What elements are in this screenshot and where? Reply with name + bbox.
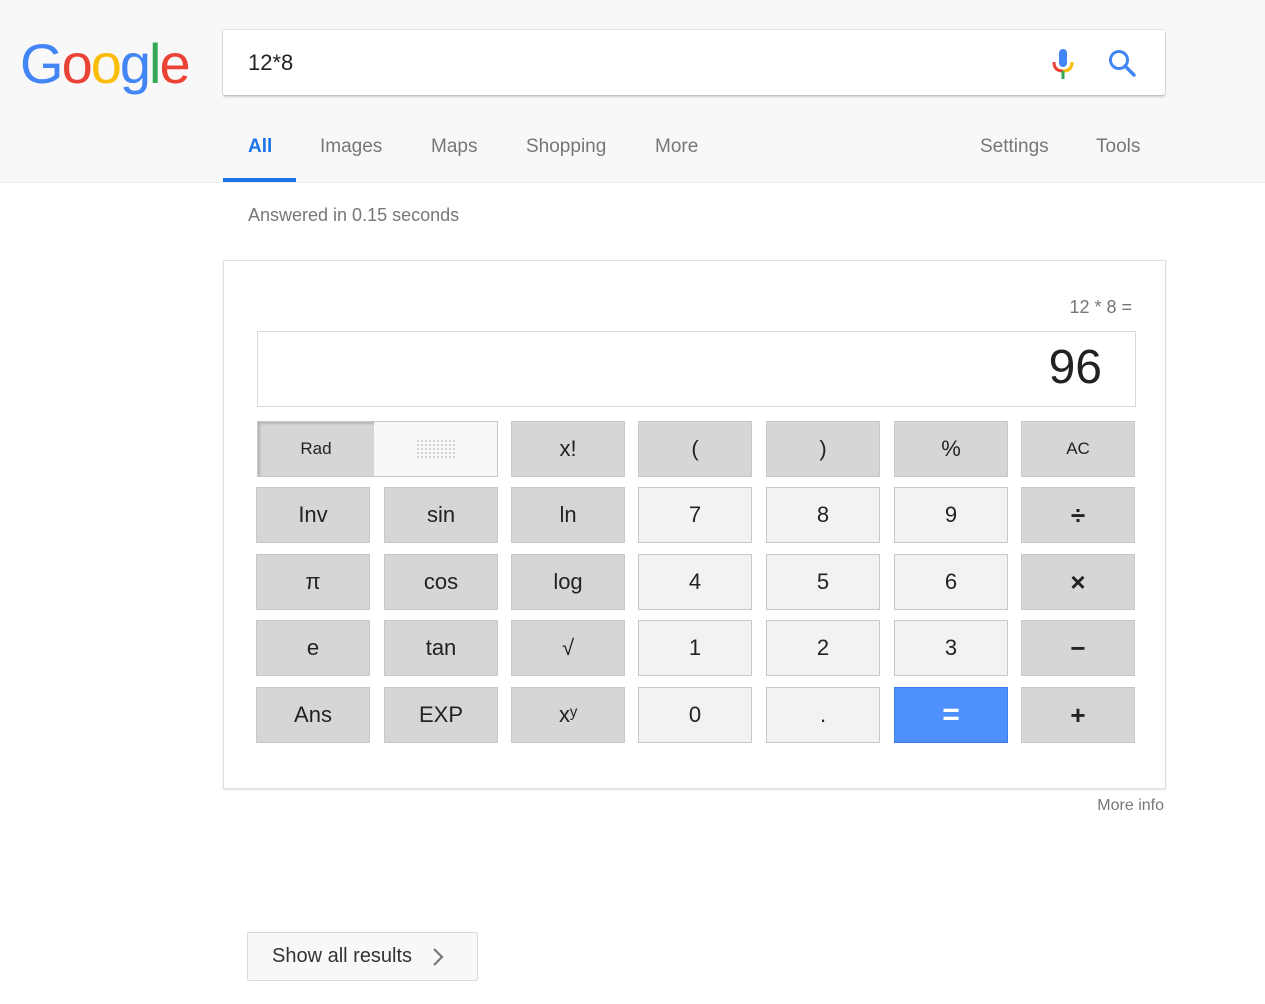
key-power[interactable]: xʸ [511,687,625,743]
key-ln[interactable]: ln [511,487,625,543]
key-exp[interactable]: EXP [384,687,498,743]
rad-button[interactable]: Rad [258,422,374,476]
key-6[interactable]: 6 [894,554,1008,610]
key-inv[interactable]: Inv [256,487,370,543]
key-percent[interactable]: % [894,421,1008,477]
logo-letter: l [149,32,162,95]
key-sin[interactable]: sin [384,487,498,543]
header: Google All Images Maps Shopping More Set… [0,0,1265,183]
deg-button[interactable] [374,422,497,476]
show-all-results-button[interactable]: Show all results [247,932,478,981]
key-subtract[interactable]: − [1021,620,1135,676]
tab-shopping[interactable]: Shopping [526,136,606,158]
key-decimal[interactable]: . [766,687,880,743]
result-stats: Answered in 0.15 seconds [248,205,460,225]
logo-letter: e [159,32,190,95]
key-0[interactable]: 0 [638,687,752,743]
key-pi[interactable]: π [256,554,370,610]
logo-letter: G [20,32,64,95]
tab-images[interactable]: Images [320,136,382,158]
calculator-card: 12 * 8 = 96 Rad x! ( ) % AC Inv sin ln 7… [223,260,1166,789]
key-open-paren[interactable]: ( [638,421,752,477]
key-e[interactable]: e [256,620,370,676]
key-cos[interactable]: cos [384,554,498,610]
logo-letter: g [119,32,151,95]
key-multiply[interactable]: × [1021,554,1135,610]
angle-mode-toggle: Rad [257,421,498,477]
deg-placeholder-pattern [415,439,456,459]
key-equals[interactable]: = [894,687,1008,743]
search-tabs: All Images Maps Shopping More Settings T… [223,116,1165,183]
key-close-paren[interactable]: ) [766,421,880,477]
key-all-clear[interactable]: AC [1021,421,1135,477]
logo-letter: o [90,32,122,95]
key-3[interactable]: 3 [894,620,1008,676]
chevron-right-icon [433,948,444,966]
key-2[interactable]: 2 [766,620,880,676]
logo-letter: o [61,32,93,95]
calculator-display: 96 [257,331,1136,407]
tab-tools[interactable]: Tools [1096,136,1140,158]
mic-icon[interactable] [1049,47,1077,81]
active-tab-indicator [223,178,296,182]
google-logo[interactable]: Google [20,32,191,96]
key-tan[interactable]: tan [384,620,498,676]
tab-all[interactable]: All [248,136,272,158]
key-sqrt[interactable]: √ [511,620,625,676]
key-5[interactable]: 5 [766,554,880,610]
key-divide[interactable]: ÷ [1021,487,1135,543]
tab-settings[interactable]: Settings [980,136,1049,158]
calculator-expression: 12 * 8 = [1069,297,1132,317]
key-4[interactable]: 4 [638,554,752,610]
key-ans[interactable]: Ans [256,687,370,743]
key-9[interactable]: 9 [894,487,1008,543]
key-factorial[interactable]: x! [511,421,625,477]
show-all-label: Show all results [272,945,413,967]
search-box [223,30,1165,95]
tab-maps[interactable]: Maps [431,136,477,158]
key-log[interactable]: log [511,554,625,610]
search-input[interactable] [248,47,1008,79]
search-icon[interactable] [1107,48,1137,78]
tab-more[interactable]: More [655,136,698,158]
key-add[interactable]: + [1021,687,1135,743]
key-1[interactable]: 1 [638,620,752,676]
more-info-link[interactable]: More info [1097,797,1164,815]
calculator-result: 96 [1048,341,1102,394]
key-8[interactable]: 8 [766,487,880,543]
key-7[interactable]: 7 [638,487,752,543]
